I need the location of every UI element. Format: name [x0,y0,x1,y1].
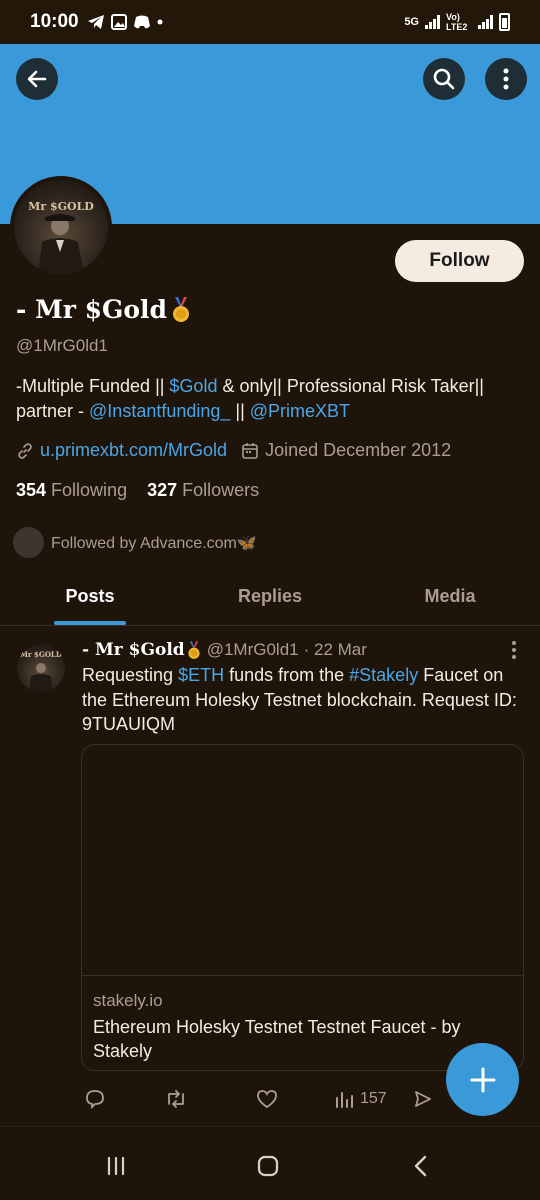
post-text-1: Requesting [82,665,179,685]
home-button[interactable] [255,1153,281,1179]
compose-post-button[interactable] [446,1043,519,1116]
status-time: 10:00 [30,11,79,32]
back-button[interactable] [16,58,58,100]
tab-posts[interactable]: Posts [0,574,180,625]
calendar-icon [242,442,258,459]
share-icon [414,1091,431,1107]
network-5g-label: 5G [404,16,419,28]
post-author-avatar[interactable]: Mr $GOLD [17,644,65,692]
recent-apps-icon [107,1156,125,1176]
post-author-handle: @1MrG0ld1 [206,640,299,659]
search-button[interactable] [423,58,465,100]
share-button[interactable] [413,1089,433,1109]
followers-count: 327 [147,480,178,500]
signal-2-icon [478,15,493,29]
follow-button[interactable]: Follow [395,240,524,282]
followers-link[interactable]: 327 Followers [147,480,259,501]
following-count: 354 [16,480,47,500]
profile-tabs: Posts Replies Media [0,574,540,626]
profile-avatar[interactable]: Mr $GOLD [10,176,112,278]
recent-apps-button[interactable] [103,1153,129,1179]
views-chart-icon [336,1092,353,1108]
lte-label: Vo) LTE2 [446,12,468,32]
gallery-icon [110,14,127,30]
profile-display-name: - Mr $Gold [16,295,191,324]
followers-label: Followers [182,480,260,500]
post-gold-medal-icon [188,640,200,659]
status-notification-icons [87,14,163,30]
followed-by-row[interactable]: Followed by Advance.com🦋 [13,527,257,558]
post-more-button[interactable] [505,640,523,660]
link-preview-card[interactable]: stakely.io Ethereum Holesky Testnet Test… [81,744,524,1071]
views-button[interactable]: 157 [334,1089,387,1109]
post-header: - Mr $Gold @1MrG0ld1 · 22 Mar [82,640,367,660]
heart-icon [257,1090,277,1109]
post-date: · 22 Mar [303,640,367,659]
avatar-figure [38,214,84,274]
chevron-left-icon [414,1155,427,1177]
views-count: 157 [360,1090,387,1107]
bio-mention-instantfunding[interactable]: @Instantfunding_ [89,401,230,421]
signal-icon [425,15,440,29]
bio-mention-primexbt[interactable]: @PrimeXBT [250,401,350,421]
profile-joined-date: Joined December 2012 [265,440,452,460]
back-nav-button[interactable] [408,1153,434,1179]
plus-icon [470,1067,495,1092]
link-preview-domain: stakely.io [93,991,163,1010]
profile-website-link[interactable]: u.primexbt.com/MrGold [40,440,227,461]
tab-media[interactable]: Media [360,574,540,625]
post-author-name[interactable]: - Mr $Gold [82,640,185,660]
telegram-icon [87,15,104,29]
repost-icon [168,1090,184,1108]
discord-icon [133,15,150,29]
following-link[interactable]: 354 Following [16,480,127,501]
system-navigation-bar [0,1126,540,1200]
more-options-button[interactable] [485,58,527,100]
status-bar: 10:00 5G Vo) LTE2 [0,0,540,44]
like-button[interactable] [256,1089,278,1109]
link-preview-image [82,745,523,976]
arrow-left-icon [27,70,47,88]
post-avatar-figure [29,663,53,692]
follower-avatar [13,527,44,558]
link-icon [18,442,32,459]
profile-bio: -Multiple Funded || $Gold & only|| Profe… [16,374,526,424]
dot-icon [157,19,163,25]
reply-icon [86,1090,104,1110]
battery-icon [499,13,510,31]
home-icon [257,1155,279,1177]
following-label: Following [51,480,128,500]
followed-by-text: Followed by Advance.com🦋 [51,534,257,552]
link-preview-title: Ethereum Holesky Testnet Testnet Faucet … [93,1017,461,1061]
profile-meta: u.primexbt.com/MrGold Joined December 20… [16,440,451,461]
repost-button[interactable] [164,1088,188,1110]
bio-separator: || [230,401,250,421]
display-name-text: - Mr $Gold [16,295,168,324]
post-cashtag-eth[interactable]: $ETH [178,665,224,685]
reply-button[interactable] [84,1088,106,1110]
bio-text-1: -Multiple Funded || [16,376,170,396]
bio-cashtag-gold[interactable]: $Gold [169,376,217,396]
profile-avatar-image: Mr $GOLD [14,180,108,274]
more-vertical-icon [503,68,509,90]
post-text: Requesting $ETH funds from the #Stakely … [82,663,522,737]
post-hashtag-stakely[interactable]: #Stakely [349,665,418,685]
gold-medal-icon [173,296,190,322]
search-icon [433,68,455,90]
profile-stats: 354 Following 327 Followers [16,480,259,501]
tab-replies[interactable]: Replies [180,574,360,625]
post-text-2: funds from the [224,665,350,685]
profile-handle: @1MrG0ld1 [16,336,108,355]
status-system-icons: 5G Vo) LTE2 [404,12,510,32]
